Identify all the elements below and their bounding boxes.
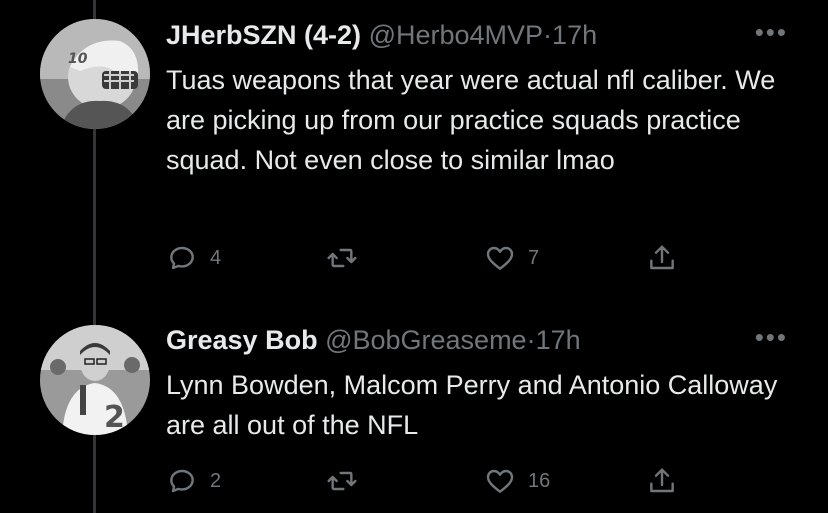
avatar-image: 2 bbox=[40, 325, 150, 435]
tweet-header: JHerbSZN (4-2) @Herbo4MVP·17h bbox=[166, 19, 768, 51]
display-name[interactable]: Greasy Bob bbox=[166, 325, 318, 355]
like-count: 16 bbox=[528, 469, 551, 492]
separator-dot: · bbox=[526, 325, 536, 355]
svg-text:2: 2 bbox=[104, 400, 125, 435]
reply-count: 4 bbox=[210, 246, 222, 269]
timestamp[interactable]: 17h bbox=[552, 20, 597, 50]
heart-icon bbox=[486, 469, 514, 493]
share-icon bbox=[650, 468, 674, 493]
avatar-image: 10 bbox=[40, 19, 150, 129]
tweet-actions: 2 16 bbox=[166, 463, 686, 499]
heart-icon bbox=[486, 246, 514, 270]
retweet-icon bbox=[327, 248, 357, 268]
timestamp[interactable]: 17h bbox=[536, 325, 581, 355]
tweet-text: Tuas weapons that year were actual nfl c… bbox=[166, 65, 776, 175]
avatar[interactable]: 2 bbox=[40, 325, 150, 435]
svg-text:10: 10 bbox=[68, 51, 88, 67]
like-count: 7 bbox=[528, 246, 540, 269]
retweet-icon bbox=[327, 471, 357, 491]
share-button[interactable] bbox=[646, 240, 678, 276]
user-handle[interactable]: @Herbo4MVP bbox=[369, 20, 543, 50]
more-icon[interactable]: ••• bbox=[755, 19, 788, 45]
reply-count: 2 bbox=[210, 469, 222, 492]
reply-button[interactable]: 4 bbox=[166, 240, 221, 276]
display-name[interactable]: JHerbSZN (4-2) bbox=[166, 20, 361, 50]
like-button[interactable]: 16 bbox=[484, 463, 550, 499]
tweet-text: Lynn Bowden, Malcom Perry and Antonio Ca… bbox=[166, 370, 778, 440]
reply-button[interactable]: 2 bbox=[166, 463, 221, 499]
retweet-button[interactable] bbox=[326, 240, 370, 276]
more-icon[interactable]: ••• bbox=[755, 324, 788, 350]
reply-icon bbox=[170, 469, 194, 493]
reply-icon bbox=[170, 246, 194, 270]
like-button[interactable]: 7 bbox=[484, 240, 539, 276]
share-icon bbox=[650, 245, 674, 270]
tweet[interactable]: 10 JHerbSZN (4-2) @Herbo4MVP·17h ••• Tua… bbox=[0, 0, 828, 300]
share-button[interactable] bbox=[646, 463, 678, 499]
retweet-button[interactable] bbox=[326, 463, 370, 499]
user-handle[interactable]: @BobGreaseme bbox=[325, 325, 527, 355]
separator-dot: · bbox=[543, 20, 553, 50]
tweet-actions: 4 7 bbox=[166, 240, 686, 276]
tweet-header: Greasy Bob @BobGreaseme·17h bbox=[166, 324, 768, 356]
avatar[interactable]: 10 bbox=[40, 19, 150, 129]
